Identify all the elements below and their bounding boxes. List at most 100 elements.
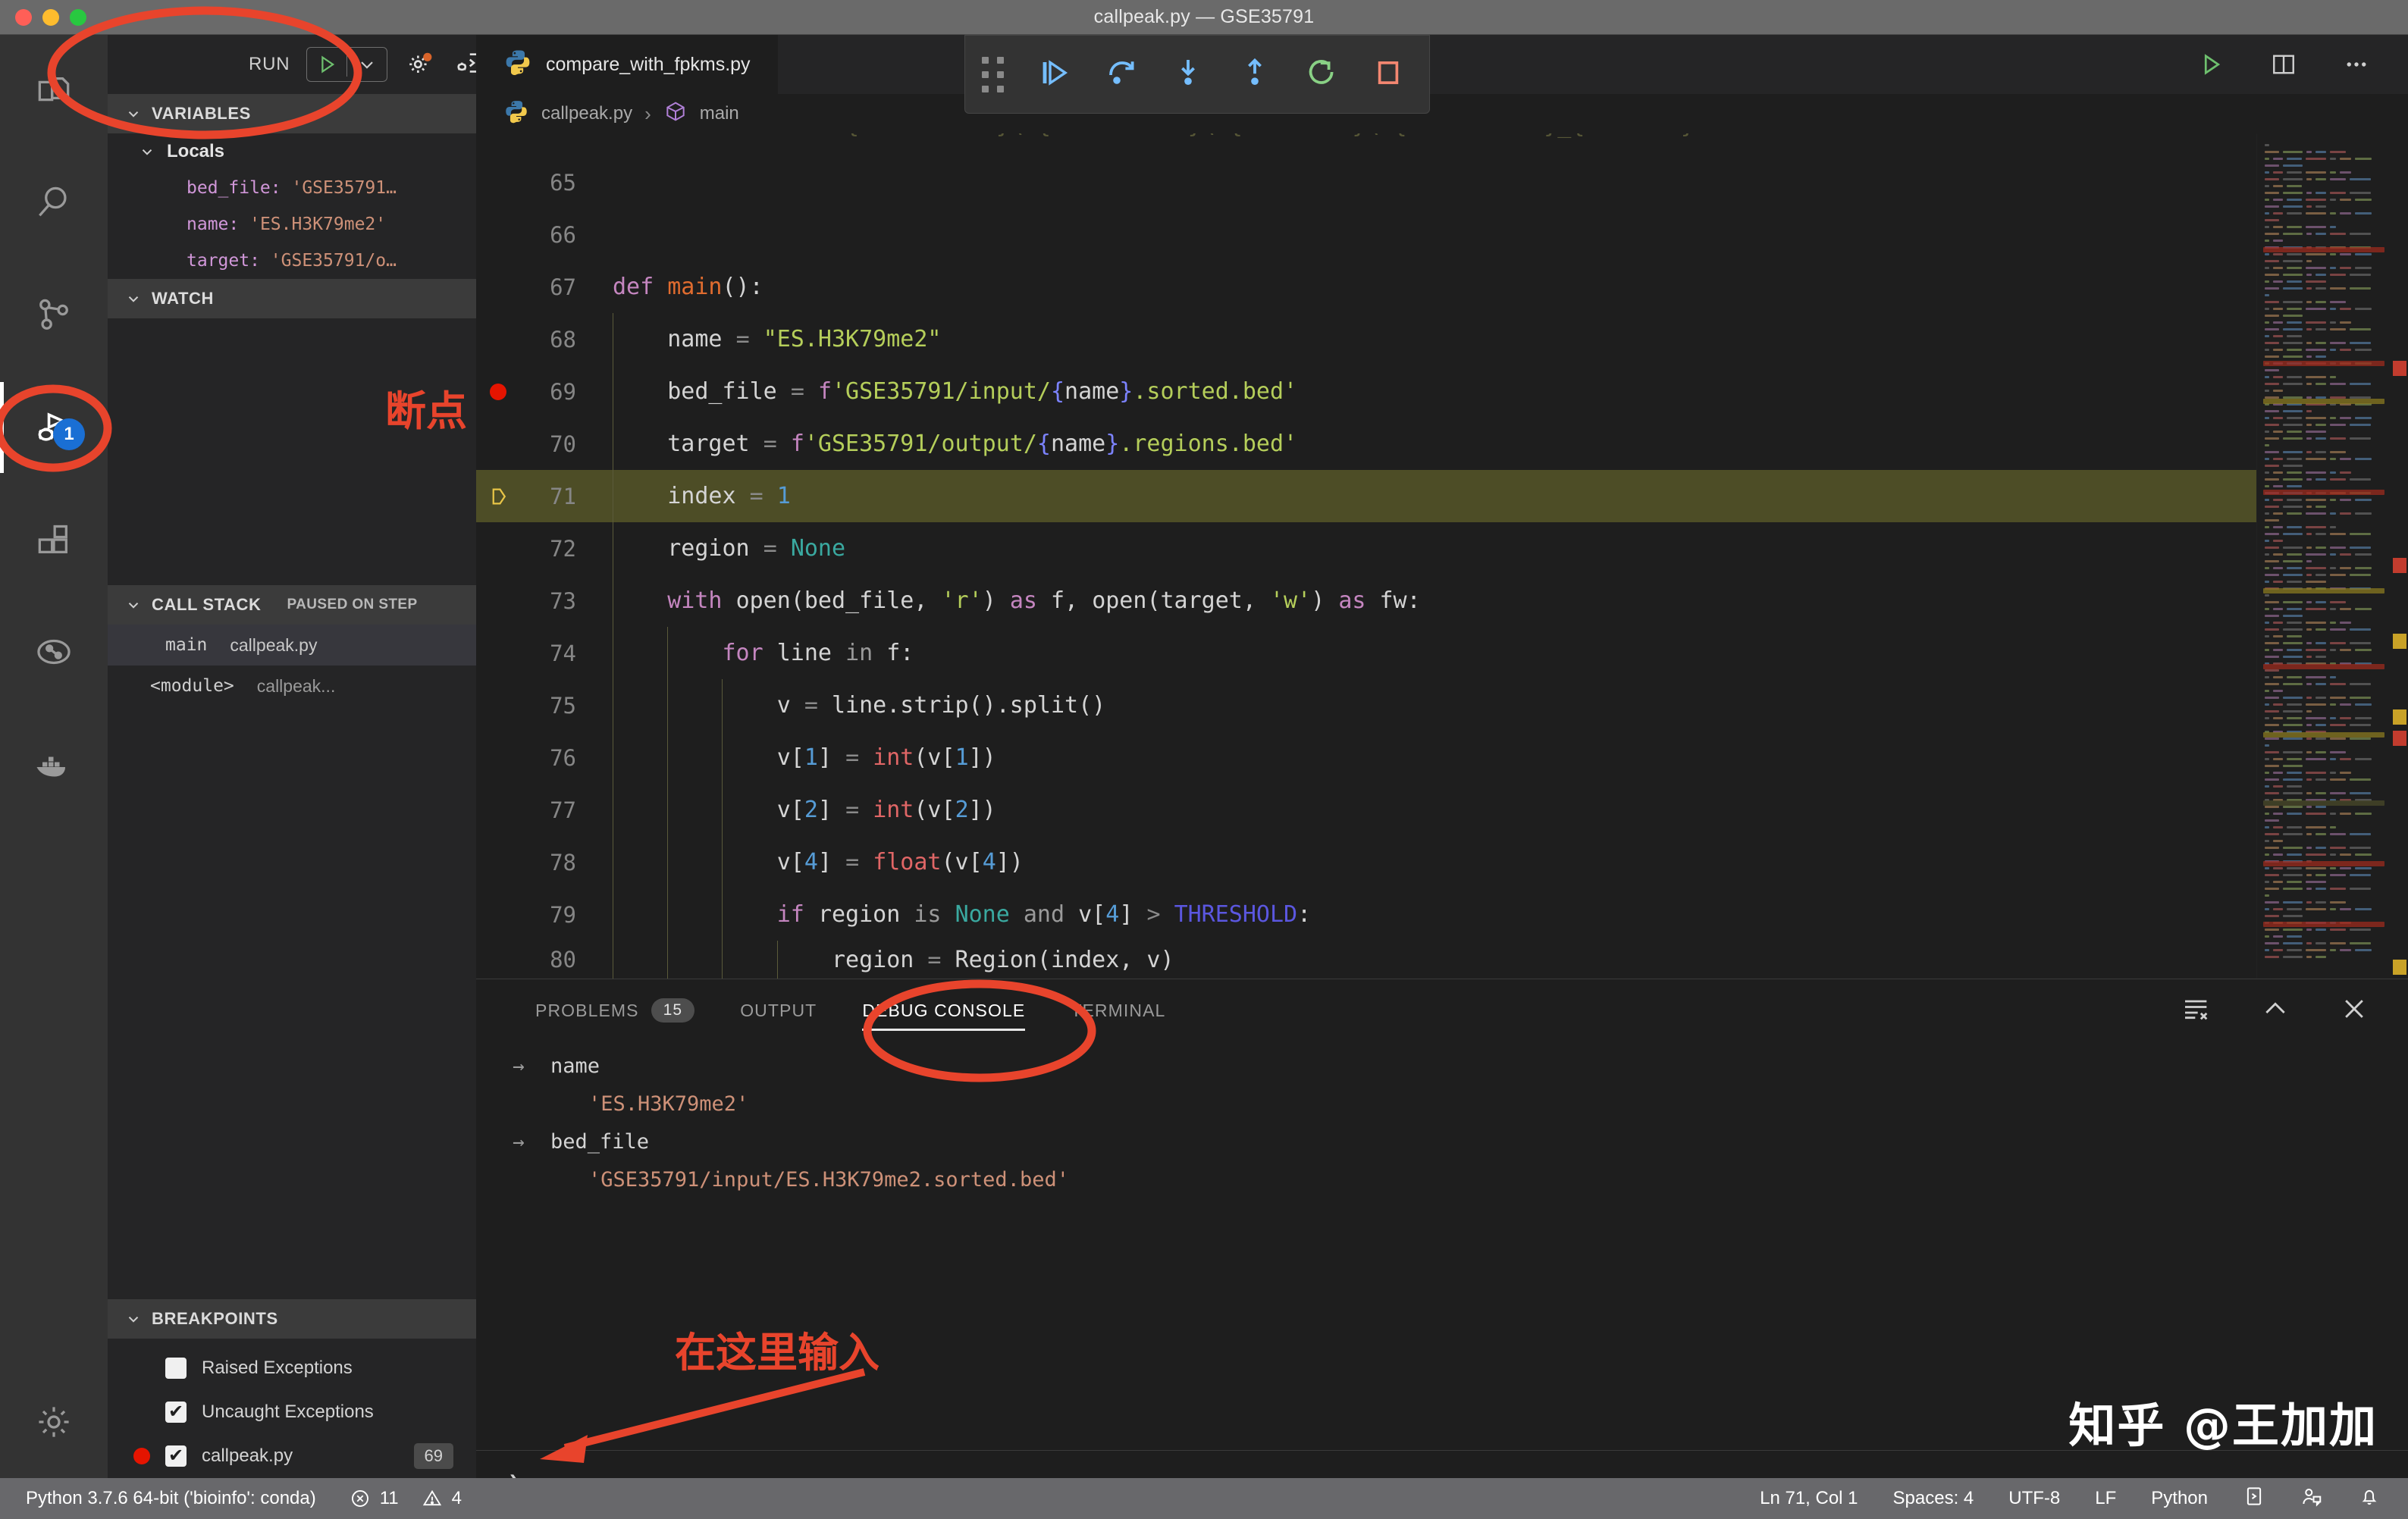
step-out-button[interactable] (1221, 35, 1288, 114)
call-stack-frame[interactable]: <module> callpeak... (108, 666, 476, 706)
minimap-line (2265, 553, 2269, 556)
breakpoint-checkbox[interactable] (165, 1358, 187, 1379)
minimap-line (2273, 676, 2283, 678)
minimap-line (2350, 929, 2371, 931)
code-line[interactable]: 70 target = f'GSE35791/output/{name}.reg… (476, 418, 2256, 470)
minimap-line (2330, 751, 2346, 753)
console-line: → bed_file (513, 1123, 2408, 1161)
watch-section-header[interactable]: WATCH (108, 279, 476, 318)
close-panel-button[interactable] (2337, 993, 2372, 1028)
run-python-file-button[interactable] (2194, 48, 2228, 81)
minimap-line (2330, 942, 2346, 944)
minimap-line (2316, 574, 2326, 576)
code-line[interactable]: 74 for line in f: (476, 627, 2256, 679)
start-debugging-button[interactable] (307, 48, 346, 81)
code-line[interactable]: 67 def main(): (476, 261, 2256, 313)
breakpoint-checkbox[interactable]: ✔ (165, 1402, 187, 1423)
variable-row[interactable]: name: 'ES.H3K79me2' (108, 206, 476, 243)
sidebar-item-run-and-debug[interactable]: 1 (0, 371, 108, 484)
chevron-down-icon[interactable] (347, 48, 387, 81)
breakpoint-checkbox[interactable]: ✔ (165, 1445, 187, 1467)
sidebar-item-docker[interactable] (0, 708, 108, 820)
terminal-tab[interactable]: TERMINAL (1048, 979, 1188, 1041)
minimap-line (2273, 458, 2283, 460)
code-line[interactable]: 71 index = 1 (476, 470, 2256, 522)
code-lines[interactable]: return f'{self.chrom}\t{self.start}\t{se… (476, 133, 2256, 979)
current-line-marker[interactable] (476, 485, 520, 508)
minimap-line (2283, 342, 2303, 344)
minimap-line (2287, 676, 2302, 678)
continue-button[interactable] (1021, 35, 1088, 114)
open-debug-console-button[interactable] (453, 45, 476, 83)
minimap[interactable] (2256, 133, 2408, 979)
code-line[interactable]: 77 v[2] = int(v[2]) (476, 784, 2256, 836)
python-interpreter-status[interactable]: Python 3.7.6 64-bit ('bioinfo': conda) (26, 1488, 316, 1509)
minimap-line (2355, 908, 2372, 910)
manage-settings-button[interactable] (0, 1366, 108, 1478)
open-terminal-button[interactable] (2243, 1485, 2265, 1513)
code-line[interactable]: 66 (476, 208, 2256, 261)
code-line[interactable]: 79 if region is None and v[4] > THRESHOL… (476, 888, 2256, 941)
stop-button[interactable] (1355, 35, 1422, 114)
encoding-status[interactable]: UTF-8 (2008, 1488, 2060, 1509)
variable-row[interactable]: target: 'GSE35791/o… (108, 243, 476, 279)
overview-ruler[interactable] (2391, 133, 2408, 979)
debug-toolbar[interactable] (964, 35, 1430, 114)
call-stack-frame[interactable]: main callpeak.py (108, 625, 476, 666)
variables-scope-locals[interactable]: Locals (108, 133, 476, 170)
breadcrumb-symbol[interactable]: main (700, 103, 739, 124)
problems-status[interactable]: 11 4 (350, 1488, 462, 1509)
sidebar-item-testing[interactable] (0, 596, 108, 708)
clear-console-button[interactable] (2179, 993, 2214, 1028)
breakpoint-row[interactable]: ✔ Uncaught Exceptions (108, 1390, 476, 1434)
split-editor-button[interactable] (2267, 48, 2300, 81)
breadcrumb-file[interactable]: callpeak.py (541, 103, 632, 124)
variables-section-header[interactable]: VARIABLES (108, 94, 476, 133)
code-line[interactable]: 65 (476, 156, 2256, 208)
sidebar-item-explorer[interactable] (0, 35, 108, 147)
breakpoints-section-header[interactable]: BREAKPOINTS (108, 1299, 476, 1339)
step-over-button[interactable] (1088, 35, 1155, 114)
eol-status[interactable]: LF (2095, 1488, 2116, 1509)
code-line[interactable]: 68 name = "ES.H3K79me2" (476, 313, 2256, 365)
breakpoint-row[interactable]: ✔ callpeak.py 69 (108, 1434, 476, 1478)
variable-row[interactable]: bed_file: 'GSE35791… (108, 170, 476, 206)
call-stack-section-header[interactable]: CALL STACK PAUSED ON STEP (108, 585, 476, 625)
cursor-position-status[interactable]: Ln 71, Col 1 (1760, 1488, 1858, 1509)
problems-tab[interactable]: PROBLEMS 15 (513, 979, 717, 1041)
sidebar-item-search[interactable] (0, 147, 108, 259)
minimap-line (2316, 806, 2326, 808)
code-editor[interactable]: return f'{self.chrom}\t{self.start}\t{se… (476, 133, 2408, 979)
more-actions-button[interactable] (2340, 48, 2373, 81)
breakpoints-list: Raised Exceptions ✔ Uncaught Exceptions … (108, 1339, 476, 1478)
code-line[interactable]: 73 with open(bed_file, 'r') as f, open(t… (476, 575, 2256, 627)
code-line[interactable]: 72 region = None (476, 522, 2256, 575)
open-launch-config-button[interactable] (404, 45, 436, 83)
notifications-button[interactable] (2358, 1485, 2381, 1513)
drag-handle[interactable] (965, 35, 1021, 114)
breakpoint-row[interactable]: Raised Exceptions (108, 1346, 476, 1390)
live-share-button[interactable] (2300, 1485, 2323, 1513)
minimap-line (2355, 253, 2372, 255)
step-into-button[interactable] (1155, 35, 1221, 114)
code-line[interactable]: 75 v = line.strip().split() (476, 679, 2256, 731)
code-line[interactable]: 76 v[1] = int(v[1]) (476, 731, 2256, 784)
run-button-group[interactable] (306, 47, 388, 82)
call-stack-section: CALL STACK PAUSED ON STEP main callpeak.… (108, 585, 476, 706)
breakpoint-marker[interactable] (476, 383, 520, 400)
code-line[interactable]: 80 region = Region(index, v) (476, 941, 2256, 979)
output-tab[interactable]: OUTPUT (717, 979, 839, 1041)
debug-console-tab[interactable]: DEBUG CONSOLE (839, 979, 1048, 1041)
minimap-line (2350, 233, 2371, 235)
code-line[interactable]: 78 v[4] = float(v[4]) (476, 836, 2256, 888)
code-line[interactable]: 69 bed_file = f'GSE35791/input/{name}.so… (476, 365, 2256, 418)
restart-button[interactable] (1288, 35, 1355, 114)
sidebar-item-extensions[interactable] (0, 484, 108, 596)
sidebar-item-source-control[interactable] (0, 259, 108, 371)
maximize-panel-button[interactable] (2258, 993, 2293, 1028)
minimap-line (2265, 888, 2279, 890)
code-line[interactable]: return f'{self.chrom}\t{self.start}\t{se… (476, 133, 2256, 156)
indentation-status[interactable]: Spaces: 4 (1893, 1488, 1974, 1509)
language-mode-status[interactable]: Python (2151, 1488, 2208, 1509)
editor-tab[interactable]: compare_with_fpkms.py (476, 35, 779, 94)
